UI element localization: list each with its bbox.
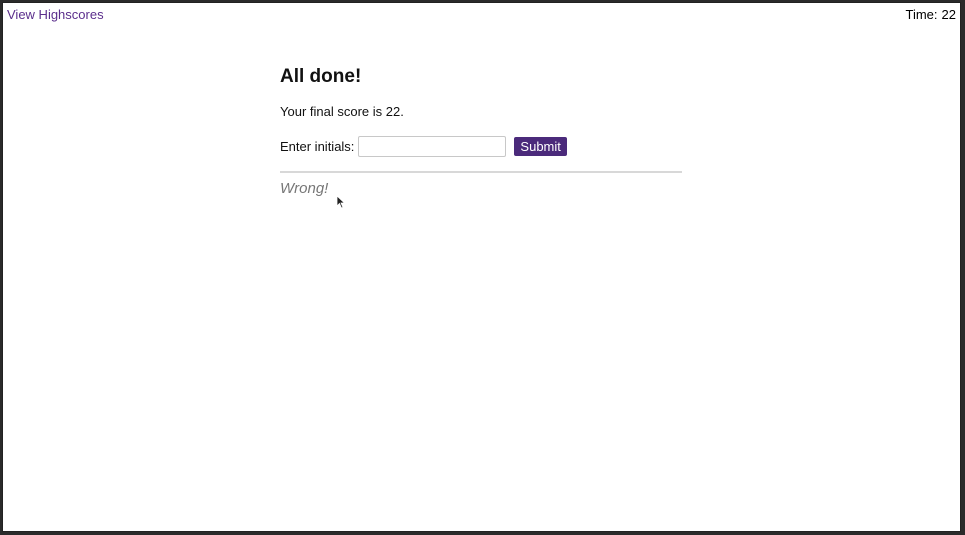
timer-label: Time:: [905, 7, 938, 22]
divider: [280, 171, 682, 173]
initials-form: Enter initials: Submit: [280, 136, 682, 157]
app-window: View Highscores Time: 22 All done! Your f…: [2, 2, 961, 532]
final-score-text: Your final score is 22.: [280, 104, 404, 119]
page-title: All done!: [280, 66, 362, 87]
initials-label: Enter initials:: [280, 139, 355, 154]
timer: Time: 22: [906, 7, 957, 22]
end-screen: All done! Your final score is 22. Enter …: [280, 63, 682, 197]
mouse-pointer-icon: [336, 195, 346, 209]
submit-button[interactable]: Submit: [514, 137, 567, 156]
timer-value: 22: [941, 7, 956, 22]
view-highscores-link[interactable]: View Highscores: [7, 7, 104, 22]
initials-input[interactable]: [358, 136, 507, 157]
